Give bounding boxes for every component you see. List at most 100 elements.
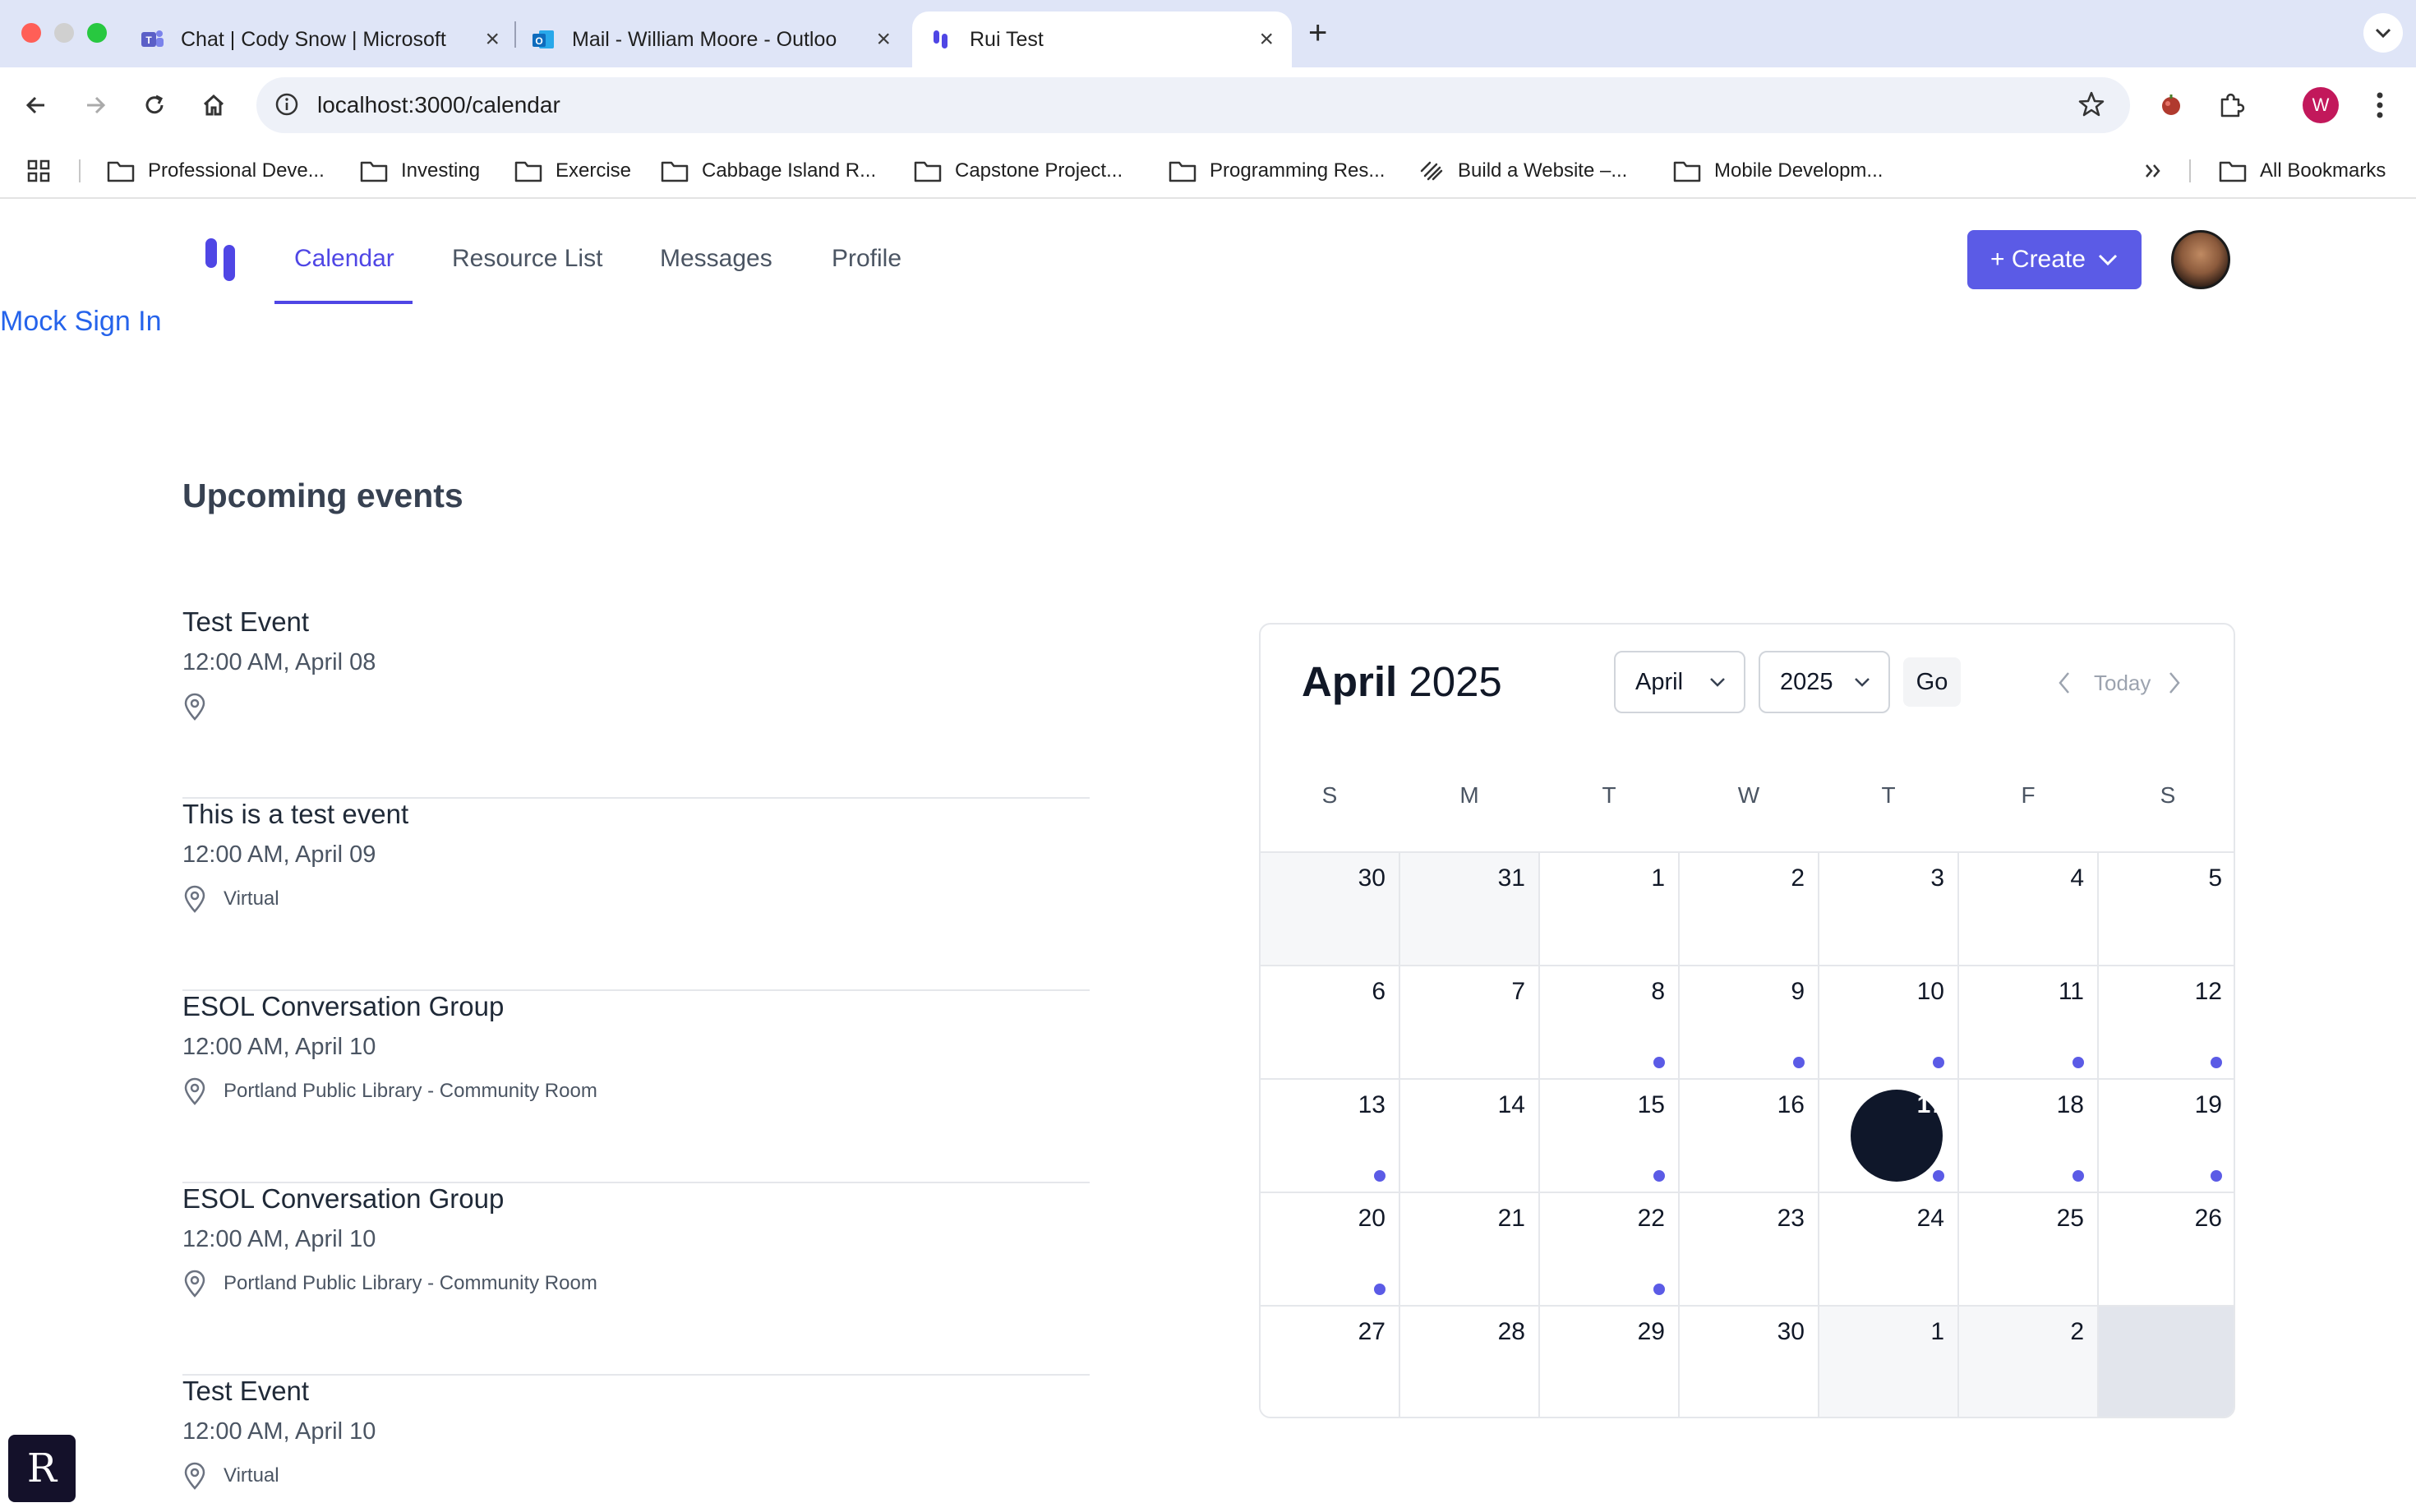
- event-item[interactable]: Test Event 12:00 AM, April 08: [182, 606, 1090, 799]
- extension-icon[interactable]: [2151, 85, 2191, 125]
- calendar-day[interactable]: 5: [2099, 853, 2234, 966]
- day-number: 25: [2056, 1205, 2084, 1232]
- home-button[interactable]: [194, 85, 233, 125]
- calendar-day[interactable]: 1: [1819, 1307, 1959, 1417]
- close-icon[interactable]: ×: [1259, 25, 1274, 53]
- calendar-day[interactable]: 12: [2099, 966, 2234, 1080]
- forward-button[interactable]: [76, 85, 115, 125]
- bookmark-folder[interactable]: Programming Res...: [1169, 154, 1385, 187]
- calendar-day[interactable]: 26: [2099, 1193, 2234, 1307]
- month-select[interactable]: April: [1614, 651, 1745, 713]
- more-bookmarks-button[interactable]: [2143, 154, 2176, 187]
- event-location: Virtual: [182, 1459, 279, 1492]
- new-tab-button[interactable]: +: [1308, 15, 1327, 52]
- address-bar[interactable]: localhost:3000/calendar: [256, 77, 2130, 133]
- bookmark-label: Mobile Developm...: [1714, 159, 1883, 182]
- maximize-window-button[interactable]: [87, 23, 107, 43]
- calendar-day[interactable]: 25: [1959, 1193, 2099, 1307]
- upcoming-events-title: Upcoming events: [182, 477, 463, 514]
- next-month-button[interactable]: [2166, 671, 2183, 699]
- browser-tab-outlook[interactable]: O Mail - William Moore - Outloo ×: [531, 12, 909, 67]
- apps-grid-icon[interactable]: [26, 154, 64, 187]
- nav-messages[interactable]: Messages: [660, 245, 772, 273]
- calendar-day[interactable]: 23: [1680, 1193, 1819, 1307]
- day-number: 2: [1791, 864, 1805, 892]
- close-window-button[interactable]: [21, 23, 41, 43]
- bookmark-folder[interactable]: Capstone Project...: [914, 154, 1123, 187]
- calendar-day[interactable]: 6: [1261, 966, 1400, 1080]
- calendar-day[interactable]: 16: [1680, 1080, 1819, 1193]
- browser-tab-teams[interactable]: T Chat | Cody Snow | Microsoft ×: [140, 12, 518, 67]
- bookmark-folder[interactable]: Cabbage Island R...: [661, 154, 876, 187]
- today-button[interactable]: Today: [2094, 671, 2151, 696]
- bookmark-folder[interactable]: Investing: [360, 154, 480, 187]
- calendar-day[interactable]: 22: [1540, 1193, 1680, 1307]
- mock-sign-in-link[interactable]: Mock Sign In: [0, 306, 162, 338]
- event-item[interactable]: This is a test event 12:00 AM, April 09 …: [182, 799, 1090, 991]
- calendar-day[interactable]: 24: [1819, 1193, 1959, 1307]
- calendar-day[interactable]: 31: [1400, 853, 1540, 966]
- calendar-day[interactable]: 15: [1540, 1080, 1680, 1193]
- back-button[interactable]: [16, 85, 56, 125]
- user-avatar[interactable]: [2171, 230, 2230, 289]
- calendar-day[interactable]: 14: [1400, 1080, 1540, 1193]
- calendar-day[interactable]: 11: [1959, 966, 2099, 1080]
- calendar-day[interactable]: 19: [2099, 1080, 2234, 1193]
- bookmark-folder[interactable]: Exercise: [514, 154, 631, 187]
- calendar-day[interactable]: 13: [1261, 1080, 1400, 1193]
- more-menu-icon[interactable]: [2360, 85, 2400, 125]
- create-button[interactable]: + Create: [1967, 230, 2142, 289]
- tab-search-button[interactable]: [2363, 13, 2403, 53]
- weekday-label: F: [2021, 782, 2036, 808]
- calendar-day[interactable]: 30: [1261, 853, 1400, 966]
- calendar-day[interactable]: 3: [1819, 853, 1959, 966]
- browser-tab-rui-test[interactable]: Rui Test ×: [912, 12, 1292, 67]
- event-dot: [2211, 1057, 2222, 1068]
- event-item[interactable]: Test Event 12:00 AM, April 10 Virtual: [182, 1376, 1090, 1512]
- close-icon[interactable]: ×: [485, 25, 500, 53]
- previous-month-button[interactable]: [2056, 671, 2073, 699]
- calendar-day-today[interactable]: 17: [1819, 1080, 1959, 1193]
- calendar-day[interactable]: 28: [1400, 1307, 1540, 1417]
- reload-icon: [145, 94, 164, 114]
- year-select[interactable]: 2025: [1759, 651, 1890, 713]
- day-number: 26: [2194, 1205, 2222, 1232]
- profile-avatar[interactable]: W: [2303, 87, 2339, 123]
- calendar-day[interactable]: 2: [1680, 853, 1819, 966]
- minimize-window-button[interactable]: [54, 23, 74, 43]
- bookmark-link[interactable]: Build a Website –...: [1418, 154, 1627, 187]
- calendar-day[interactable]: 29: [1540, 1307, 1680, 1417]
- close-icon[interactable]: ×: [876, 25, 891, 53]
- calendar-day[interactable]: 7: [1400, 966, 1540, 1080]
- calendar-day[interactable]: 20: [1261, 1193, 1400, 1307]
- nav-resource-list[interactable]: Resource List: [452, 245, 602, 273]
- go-button[interactable]: Go: [1903, 657, 1961, 707]
- calendar-day[interactable]: 8: [1540, 966, 1680, 1080]
- nav-calendar[interactable]: Calendar: [294, 245, 394, 273]
- reload-button[interactable]: [135, 85, 174, 125]
- calendar-day[interactable]: 18: [1959, 1080, 2099, 1193]
- event-item[interactable]: ESOL Conversation Group 12:00 AM, April …: [182, 991, 1090, 1183]
- bookmark-folder[interactable]: Mobile Developm...: [1673, 154, 1883, 187]
- calendar-day[interactable]: 30: [1680, 1307, 1819, 1417]
- calendar-day[interactable]: 21: [1400, 1193, 1540, 1307]
- event-time: 12:00 AM, April 08: [182, 649, 376, 675]
- event-time: 12:00 AM, April 09: [182, 841, 376, 868]
- bookmark-folder[interactable]: Professional Deve...: [107, 154, 325, 187]
- floating-r-badge[interactable]: R: [8, 1435, 76, 1502]
- app-logo-icon[interactable]: [204, 237, 238, 287]
- calendar-day[interactable]: 1: [1540, 853, 1680, 966]
- nav-profile[interactable]: Profile: [832, 245, 901, 273]
- bookmark-star-icon[interactable]: [2076, 89, 2107, 124]
- calendar-day[interactable]: 9: [1680, 966, 1819, 1080]
- calendar-day[interactable]: 4: [1959, 853, 2099, 966]
- calendar-day[interactable]: 27: [1261, 1307, 1400, 1417]
- event-dot: [2073, 1057, 2084, 1068]
- site-info-icon[interactable]: [273, 90, 301, 122]
- url-text[interactable]: localhost:3000/calendar: [317, 92, 560, 118]
- calendar-day[interactable]: 10: [1819, 966, 1959, 1080]
- all-bookmarks-button[interactable]: All Bookmarks: [2219, 154, 2386, 187]
- event-item[interactable]: ESOL Conversation Group 12:00 AM, April …: [182, 1183, 1090, 1376]
- calendar-day[interactable]: 2: [1959, 1307, 2099, 1417]
- extensions-puzzle-icon[interactable]: [2212, 85, 2252, 125]
